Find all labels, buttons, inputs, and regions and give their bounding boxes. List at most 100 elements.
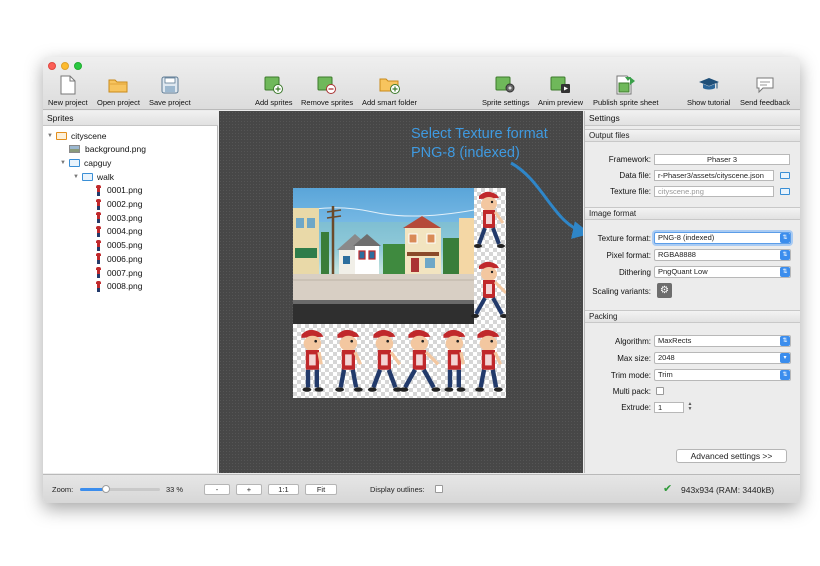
tutorial-callout: Select Texture format PNG-8 (indexed) [411,125,548,163]
save-project-label: Save project [149,98,191,107]
display-outlines-label: Display outlines: [370,485,425,494]
new-project-label: New project [48,98,88,107]
sprite-thumbnail-icon [95,253,102,265]
remove-sprites-label: Remove sprites [301,98,354,107]
scaling-variants-label: Scaling variants: [592,287,651,296]
scaling-variants-gear-button[interactable]: ⚙ [657,283,672,298]
tree-item[interactable]: 0003.png [86,211,142,224]
zoom-fit-button[interactable]: Fit [305,484,337,495]
walk-frame [471,261,506,318]
zoom-in-button[interactable]: + [236,484,262,495]
tree-item[interactable]: ▼ capguy [60,156,111,169]
show-tutorial-label: Show tutorial [687,98,731,107]
maximize-window-button[interactable] [74,62,82,70]
texture-file-label: Texture file: [610,187,651,196]
tree-item[interactable]: 0001.png [86,184,142,197]
tree-item[interactable]: background.png [60,143,146,156]
zoom-value: 33 % [166,485,184,494]
multi-pack-label: Multi pack: [612,387,651,396]
extrude-stepper[interactable]: ▲ ▼ [687,402,693,412]
pixel-format-label: Pixel format: [606,251,651,260]
dithering-value: PngQuant Low [658,267,708,276]
tree-item[interactable]: ▼ walk [73,170,114,183]
data-file-field[interactable]: r-Phaser3/assets/cityscene.json [654,170,774,181]
extrude-field[interactable]: 1 [654,402,684,413]
open-project-button[interactable]: Open project [97,75,140,107]
close-window-button[interactable] [48,62,56,70]
dithering-select[interactable]: PngQuant Low ⇅ [654,266,791,278]
sprite-settings-icon [495,75,517,95]
minimize-window-button[interactable] [61,62,69,70]
send-feedback-label: Send feedback [740,98,791,107]
sprites-panel: Sprites ▼ cityscene background.png ▼ capguy ▼… [43,111,218,473]
disclosure-triangle-icon[interactable]: ▼ [47,133,56,139]
remove-sprites-button[interactable]: Remove sprites [301,75,353,107]
tree-item[interactable]: 0002.png [86,198,142,211]
pixel-format-value: RGBA8888 [658,250,696,259]
texture-format-select[interactable]: PNG-8 (indexed) ⇅ [654,232,791,244]
sprite-settings-button[interactable]: Sprite settings [482,75,530,107]
packing-header: Packing [585,310,800,323]
multi-pack-checkbox[interactable] [656,387,664,395]
tree-item[interactable]: 0007.png [86,266,142,279]
anim-preview-button[interactable]: Anim preview [538,75,583,107]
texture-file-field[interactable]: cityscene.png [654,186,774,197]
disclosure-triangle-icon[interactable]: ▼ [73,174,82,180]
show-tutorial-button[interactable]: Show tutorial [687,75,730,107]
max-size-combo[interactable]: 2048 ▾ [654,352,791,364]
tree-item-label: 0007.png [107,267,143,278]
texture-file-folder-icon[interactable] [780,188,790,195]
zoom-label: Zoom: [52,485,74,494]
walk-frame [301,329,324,392]
advanced-settings-button[interactable]: Advanced settings >> [676,449,787,463]
pixel-format-select[interactable]: RGBA8888 ⇅ [654,249,791,261]
sprites-panel-title: Sprites [43,111,218,126]
zoom-slider-handle[interactable] [102,485,111,493]
settings-panel-title: Settings [585,111,800,126]
tree-item-label: 0006.png [107,253,143,264]
graduation-cap-icon [698,75,720,95]
add-smart-folder-button[interactable]: Add smart folder [362,75,417,107]
tree-item-label: capguy [84,157,112,168]
framework-field[interactable]: Phaser 3 [654,154,790,165]
chevron-updown-icon: ⇅ [780,336,790,346]
walk-frame [367,329,402,392]
disclosure-triangle-icon[interactable]: ▼ [60,160,69,166]
tree-item[interactable]: 0008.png [86,280,142,293]
sprite-thumbnail-icon [95,198,102,210]
send-feedback-button[interactable]: Send feedback [740,75,790,107]
tree-item[interactable]: 0006.png [86,252,142,265]
add-sprite-icon [263,75,285,95]
save-project-button[interactable]: Save project [149,75,191,107]
tree-item-label: 0004.png [107,226,143,237]
tree-item-label: 0001.png [107,185,143,196]
data-file-folder-icon[interactable] [780,172,790,179]
display-outlines-checkbox[interactable] [435,485,443,493]
publish-sprite-sheet-button[interactable]: Publish sprite sheet [593,75,658,107]
dithering-label: Dithering [618,268,651,277]
status-bar: Zoom: 33 % - + 1:1 Fit Display outlines:… [43,474,800,503]
tree-item[interactable]: 0005.png [86,239,142,252]
output-files-header: Output files [585,129,800,142]
speech-bubble-icon [754,75,776,95]
trim-mode-select[interactable]: Trim ⇅ [654,369,791,381]
add-sprites-button[interactable]: Add sprites [255,75,293,107]
algorithm-label: Algorithm: [614,337,651,346]
publish-sprite-sheet-label: Publish sprite sheet [593,98,659,107]
publish-icon [615,75,637,95]
tree-item[interactable]: ▼ cityscene [47,129,106,142]
sprite-sheet-preview[interactable]: Select Texture format PNG-8 (indexed) [219,111,583,473]
smart-folder-icon [379,75,401,95]
tree-item[interactable]: 0004.png [86,225,142,238]
algorithm-select[interactable]: MaxRects ⇅ [654,335,791,347]
zoom-slider[interactable] [80,485,160,493]
framework-label: Framework: [608,155,651,164]
trim-mode-label: Trim mode: [610,371,651,380]
save-disk-icon [159,75,181,95]
new-project-button[interactable]: New project [48,75,88,107]
tree-item-label: 0003.png [107,212,143,223]
sprite-thumbnail-icon [95,239,102,251]
zoom-actual-size-button[interactable]: 1:1 [268,484,299,495]
open-folder-icon [107,75,129,95]
zoom-out-button[interactable]: - [204,484,230,495]
